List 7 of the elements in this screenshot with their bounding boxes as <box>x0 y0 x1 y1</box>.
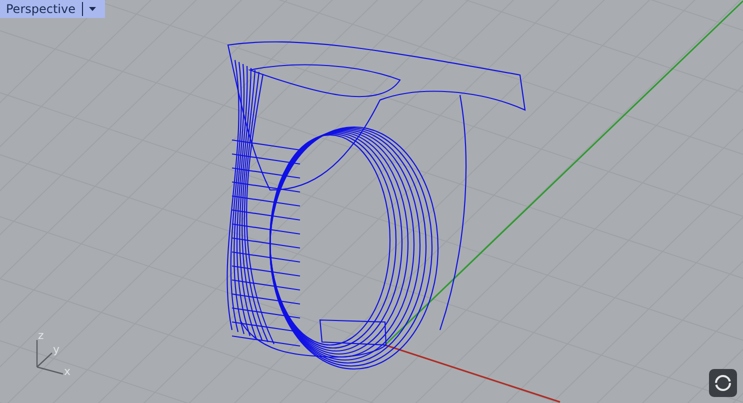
viewport-title-tab[interactable]: Perspective <box>0 0 104 18</box>
axis-label: x <box>64 366 71 377</box>
axis-gizmo-icon <box>36 340 64 375</box>
dropdown-caret-icon <box>88 7 96 11</box>
axis-label: y <box>53 344 60 355</box>
axis-label: z <box>38 330 44 341</box>
rotate-view-icon[interactable] <box>709 369 737 397</box>
